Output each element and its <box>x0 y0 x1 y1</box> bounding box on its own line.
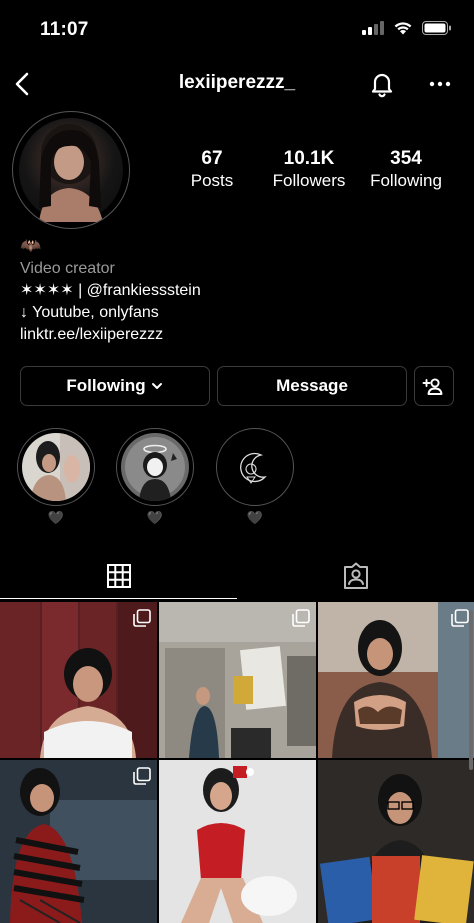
post-thumbnail[interactable] <box>0 760 157 923</box>
add-person-icon <box>422 378 443 395</box>
tab-active-indicator <box>0 598 237 599</box>
ellipsis-icon[interactable] <box>424 70 456 102</box>
highlight-1[interactable]: 🖤 <box>17 428 95 526</box>
bell-icon[interactable] <box>366 68 398 100</box>
bio-link[interactable]: linktr.ee/lexiiperezzz <box>20 324 460 346</box>
post-thumbnail[interactable] <box>0 602 157 758</box>
stat-followers-label: Followers <box>272 171 346 190</box>
stat-posts[interactable]: 67 Posts <box>178 148 246 192</box>
profile-avatar[interactable] <box>12 111 130 229</box>
highlight-1-cover <box>22 433 90 501</box>
status-bar: 11:07 <box>0 0 474 62</box>
message-button-label: Message <box>276 376 348 395</box>
bio-emoji: 🦇 <box>20 236 42 255</box>
post-thumbnail[interactable] <box>159 602 316 758</box>
post-thumbnail[interactable] <box>159 760 316 923</box>
profile-tabs <box>0 552 474 600</box>
bio-line-2: ↓ Youtube, onlyfans <box>20 304 159 321</box>
bio-line-1[interactable]: ✶✶✶✶ | @frankiessstein <box>20 280 460 302</box>
scrollbar[interactable] <box>469 610 473 770</box>
stat-following-label: Following <box>370 171 442 190</box>
post-thumbnail[interactable] <box>318 602 474 758</box>
profile-header: lexiiperezzz_ <box>0 62 474 106</box>
stat-posts-count: 67 <box>201 148 223 169</box>
grid-icon <box>106 564 131 588</box>
status-time: 11:07 <box>40 19 89 40</box>
profile-bio: 🦇 Video creator ✶✶✶✶ | @frankiessstein ↓… <box>20 236 460 346</box>
following-button-label: Following <box>66 376 146 395</box>
tab-tagged[interactable] <box>237 552 474 600</box>
highlight-2-cover <box>121 433 189 501</box>
tagged-icon <box>343 562 368 589</box>
stat-posts-label: Posts <box>190 171 234 190</box>
battery-icon <box>422 21 451 35</box>
avatar-photo <box>19 118 123 222</box>
tab-grid[interactable] <box>0 552 237 600</box>
chevron-down-icon <box>151 383 162 389</box>
stat-following[interactable]: 354 Following <box>364 148 448 192</box>
carousel-icon <box>133 609 151 627</box>
carousel-icon <box>133 767 151 785</box>
carousel-icon <box>292 609 310 627</box>
stat-followers-count: 10.1K <box>283 148 335 169</box>
post-thumbnail[interactable] <box>318 760 474 923</box>
following-button[interactable]: Following <box>20 366 210 406</box>
suggested-accounts-button[interactable] <box>414 366 454 406</box>
bio-category: Video creator <box>20 260 115 277</box>
highlight-3-cover <box>221 433 289 501</box>
highlight-1-label: 🖤 <box>47 510 65 525</box>
highlight-3[interactable]: 🖤 <box>216 428 294 526</box>
stat-following-count: 354 <box>390 148 422 169</box>
highlight-3-label: 🖤 <box>246 510 264 525</box>
carousel-icon <box>451 609 469 627</box>
wifi-icon <box>394 22 412 35</box>
cellular-signal-icon <box>362 21 384 35</box>
highlight-2-label: 🖤 <box>146 510 164 525</box>
profile-username: lexiiperezzz_ <box>178 72 296 93</box>
stat-followers[interactable]: 10.1K Followers <box>266 148 352 192</box>
highlight-2[interactable]: 🖤 <box>116 428 194 526</box>
message-button[interactable]: Message <box>217 366 407 406</box>
